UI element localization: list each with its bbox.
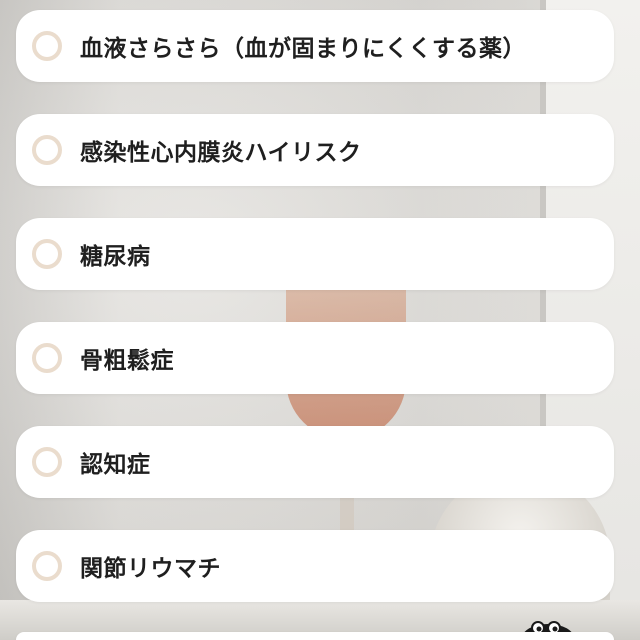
option-blood-thinner[interactable]: 血液さらさら（血が固まりにくくする薬）: [16, 10, 614, 82]
option-partial-next[interactable]: [16, 632, 614, 640]
radio-button[interactable]: [32, 135, 62, 165]
option-osteoporosis[interactable]: 骨粗鬆症: [16, 322, 614, 394]
option-diabetes[interactable]: 糖尿病: [16, 218, 614, 290]
radio-button[interactable]: [32, 447, 62, 477]
option-label: 感染性心内膜炎ハイリスク: [80, 140, 362, 166]
option-label: 骨粗鬆症: [80, 348, 174, 374]
option-label: 認知症: [80, 452, 151, 478]
radio-button[interactable]: [32, 239, 62, 269]
radio-button[interactable]: [32, 31, 62, 61]
option-label: 関節リウマチ: [80, 556, 221, 582]
option-endocarditis-high-risk[interactable]: 感染性心内膜炎ハイリスク: [16, 114, 614, 186]
option-dementia[interactable]: 認知症: [16, 426, 614, 498]
radio-button[interactable]: [32, 551, 62, 581]
option-label: 糖尿病: [80, 244, 151, 270]
radio-button[interactable]: [32, 343, 62, 373]
option-label: 血液さらさら（血が固まりにくくする薬）: [80, 36, 527, 62]
option-rheumatoid-arthritis[interactable]: 関節リウマチ: [16, 530, 614, 602]
